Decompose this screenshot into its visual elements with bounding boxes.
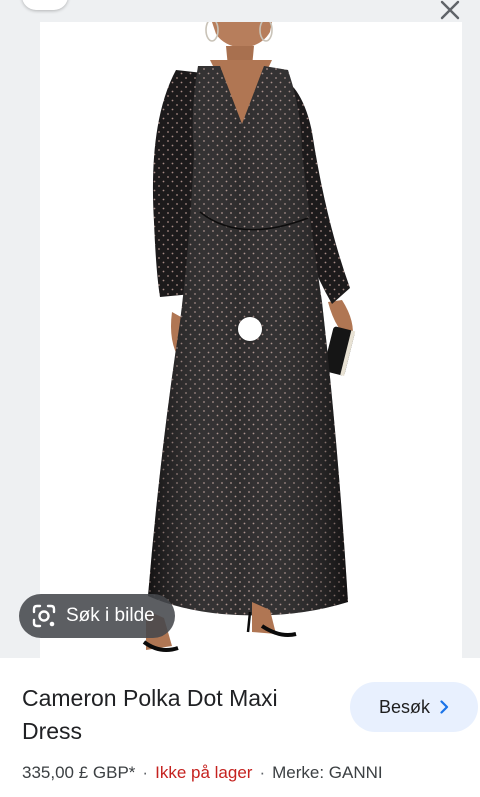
close-icon (440, 0, 460, 20)
focus-point-marker[interactable] (238, 317, 262, 341)
product-title[interactable]: Cameron Polka Dot Maxi Dress (22, 682, 342, 748)
close-button[interactable] (434, 0, 466, 24)
back-button[interactable] (22, 0, 68, 10)
lens-camera-icon (32, 604, 56, 628)
search-in-image-button[interactable]: Søk i bilde (19, 594, 175, 638)
brand: Merke: GANNI (272, 763, 383, 782)
product-info-panel: Cameron Polka Dot Maxi Dress Besøk 335,0… (0, 658, 480, 797)
meta-separator: · (259, 763, 266, 782)
price: 335,00 £ GBP* (22, 763, 136, 782)
stock-status: Ikke på lager (155, 763, 253, 782)
meta-separator: · (142, 763, 149, 782)
product-meta: 335,00 £ GBP* · Ikke på lager · Merke: GANNI (22, 763, 383, 783)
image-viewer: Søk i bilde (0, 0, 480, 658)
search-in-image-label: Søk i bilde (66, 605, 155, 626)
chevron-right-icon (440, 700, 449, 714)
visit-button-label: Besøk (378, 696, 430, 717)
visit-button[interactable]: Besøk (350, 682, 478, 732)
